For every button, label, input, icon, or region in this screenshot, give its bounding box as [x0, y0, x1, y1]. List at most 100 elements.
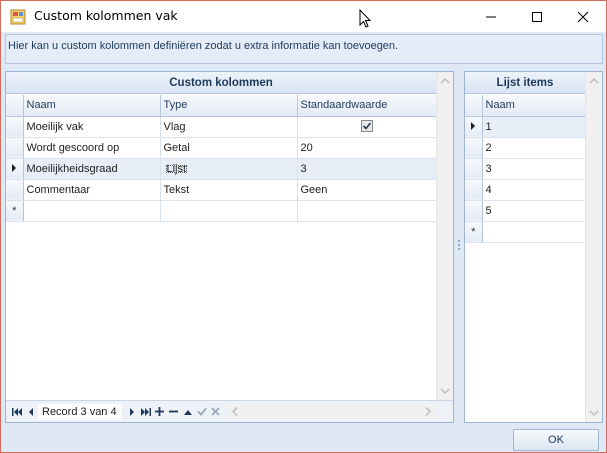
record-navigator: Record 3 van 4	[6, 400, 436, 422]
scroll-up-icon[interactable]	[437, 75, 453, 87]
list-item-value[interactable]: 1	[482, 116, 586, 138]
close-icon	[577, 11, 589, 22]
list-item-current[interactable]: 1	[465, 116, 586, 138]
row-indicator[interactable]	[465, 179, 483, 201]
info-text: Hier kan u custom kolommen definiëren zo…	[8, 40, 399, 52]
record-position-text: Record 3 van 4	[38, 403, 121, 420]
focused-cell-value[interactable]: Lijst	[164, 163, 190, 175]
current-row-arrow-icon	[471, 121, 476, 130]
scroll-down-icon[interactable]	[437, 385, 453, 397]
cell-naam[interactable]: Commentaar	[23, 179, 161, 201]
delete-record-button[interactable]	[167, 404, 181, 420]
table-row[interactable]: Commentaar Tekst Geen	[6, 179, 437, 201]
horizontal-scrollbar[interactable]	[226, 403, 436, 420]
minimize-icon	[486, 16, 496, 17]
row-indicator[interactable]	[465, 116, 483, 138]
new-row-marker[interactable]: *	[6, 200, 24, 222]
cell-naam[interactable]: Wordt gescoord op	[23, 137, 161, 159]
plus-icon	[155, 407, 165, 416]
column-header-standaardwaarde[interactable]: Standaardwaarde	[297, 95, 437, 117]
list-item[interactable]: 2	[465, 137, 586, 159]
new-row[interactable]: *	[465, 221, 586, 243]
last-icon	[140, 407, 151, 416]
title-bar: Custom kolommen vak	[1, 1, 606, 32]
checkbox-checked[interactable]	[360, 120, 373, 132]
table-row[interactable]: Wordt gescoord op Getal 20	[6, 137, 437, 159]
list-item[interactable]: 3	[465, 158, 586, 180]
append-record-button[interactable]	[153, 404, 167, 420]
scroll-left-icon[interactable]	[229, 403, 241, 420]
checkmark-icon	[362, 122, 371, 130]
dialog-window: Custom kolommen vak Hier kan u custom ko…	[0, 0, 607, 453]
maximize-button[interactable]	[514, 1, 560, 32]
row-indicator[interactable]	[465, 200, 483, 222]
cell-standaardwaarde[interactable]: 3	[297, 158, 437, 180]
row-indicator[interactable]	[6, 158, 24, 180]
last-record-button[interactable]	[139, 404, 153, 420]
minimize-button[interactable]	[468, 1, 514, 32]
column-header-type[interactable]: Type	[160, 95, 298, 117]
table-row-current[interactable]: Moeilijkheidsgraad Lijst 3	[6, 158, 437, 180]
custom-columns-grid: Naam Type Standaardwaarde Moeilijk vak V…	[6, 95, 437, 222]
vertical-scrollbar[interactable]	[436, 72, 453, 400]
edit-record-button[interactable]	[181, 404, 195, 420]
column-header-naam[interactable]: Naam	[482, 95, 586, 117]
checkmark-icon	[196, 407, 207, 416]
new-row[interactable]: *	[6, 200, 437, 222]
cell-type[interactable]: Getal	[160, 137, 298, 159]
cell-standaardwaarde[interactable]: 20	[297, 137, 437, 159]
list-item-value[interactable]: 4	[482, 179, 586, 201]
end-edit-button[interactable]	[195, 404, 209, 420]
new-row-marker[interactable]: *	[465, 221, 483, 243]
ok-button[interactable]: OK	[513, 429, 599, 451]
cell-type[interactable]: Vlag	[160, 116, 298, 138]
custom-columns-panel: Custom kolommen Naam Type Standaardwaard…	[5, 71, 454, 423]
row-indicator[interactable]	[6, 179, 24, 201]
next-record-button[interactable]	[125, 404, 139, 420]
row-indicator[interactable]	[6, 116, 24, 138]
cell-standaardwaarde[interactable]	[297, 116, 437, 138]
next-icon	[129, 407, 134, 416]
custom-columns-title: Custom kolommen	[6, 72, 436, 94]
row-indicator[interactable]	[6, 137, 24, 159]
list-item-value[interactable]	[482, 221, 586, 243]
cell-naam[interactable]: Moeilijkheidsgraad	[23, 158, 161, 180]
info-bar: Hier kan u custom kolommen definiëren zo…	[5, 34, 603, 64]
cell-naam[interactable]: Moeilijk vak	[23, 116, 161, 138]
cell-standaardwaarde[interactable]	[297, 200, 437, 222]
vertical-scrollbar[interactable]	[585, 72, 602, 422]
list-items-panel: Lijst items Naam 1 2 3 4 5 *	[464, 71, 603, 423]
previous-record-button[interactable]	[24, 404, 38, 420]
first-icon	[12, 407, 22, 416]
scroll-up-icon[interactable]	[586, 75, 602, 87]
row-indicator[interactable]	[465, 158, 483, 180]
list-items-title: Lijst items	[465, 72, 585, 94]
close-button[interactable]	[560, 1, 606, 32]
cell-naam[interactable]	[23, 200, 161, 222]
list-item-value[interactable]: 3	[482, 158, 586, 180]
list-item[interactable]: 5	[465, 200, 586, 222]
current-row-arrow-icon	[12, 163, 17, 172]
cancel-edit-button[interactable]	[209, 404, 223, 420]
mouse-cursor-icon	[359, 9, 372, 28]
cancel-x-icon	[211, 407, 220, 416]
splitter-grip-icon[interactable]	[457, 239, 461, 253]
row-indicator-header	[465, 95, 483, 117]
list-item-value[interactable]: 5	[482, 200, 586, 222]
scroll-down-icon[interactable]	[586, 407, 602, 419]
column-header-naam[interactable]: Naam	[23, 95, 161, 117]
grid-header-row: Naam Type Standaardwaarde	[6, 95, 437, 117]
cell-type[interactable]: Tekst	[160, 179, 298, 201]
list-item[interactable]: 4	[465, 179, 586, 201]
row-indicator[interactable]	[465, 137, 483, 159]
row-indicator-header	[6, 95, 24, 117]
scroll-right-icon[interactable]	[422, 403, 434, 420]
cell-type[interactable]	[160, 200, 298, 222]
first-record-button[interactable]	[10, 404, 24, 420]
cell-standaardwaarde[interactable]: Geen	[297, 179, 437, 201]
cell-type-focused[interactable]: Lijst	[160, 158, 298, 180]
list-item-value[interactable]: 2	[482, 137, 586, 159]
table-row[interactable]: Moeilijk vak Vlag	[6, 116, 437, 138]
list-items-grid: Naam 1 2 3 4 5 *	[465, 95, 586, 243]
scroll-corner	[436, 400, 453, 422]
